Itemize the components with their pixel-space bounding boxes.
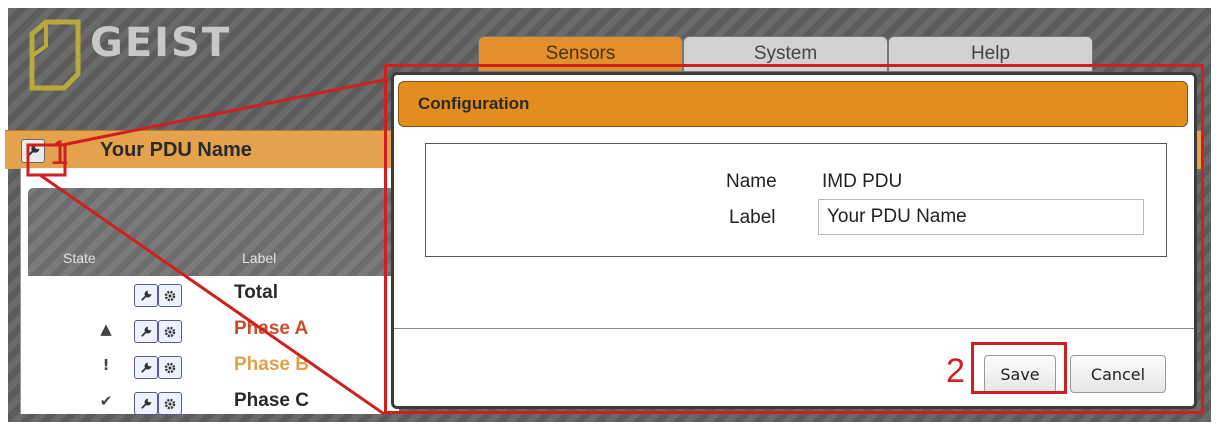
row-gear-button[interactable] [158,392,182,415]
callout-step-2: 2 [946,352,965,390]
wrench-icon [141,289,152,301]
wrench-icon [141,361,152,373]
column-header-label: Label [242,250,277,266]
row-label: Phase A [234,318,309,339]
save-button-highlight [971,342,1067,394]
wrench-icon [141,397,152,409]
row-wrench-button[interactable] [134,284,158,307]
dialog-title: Configuration [398,81,1188,127]
row-wrench-button[interactable] [134,392,158,415]
table-row: Total [28,276,398,312]
row-label: Total [234,282,278,303]
configuration-dialog: Configuration Name IMD PDU Label Save Ca… [391,72,1197,409]
pdu-section-title: Your PDU Name [100,139,252,161]
gear-icon [164,362,176,373]
geist-logo: GEIST [24,16,254,96]
wrench-icon [141,325,152,337]
row-wrench-button[interactable] [134,320,158,343]
row-label: Phase B [234,354,309,375]
column-header-state: State [63,250,96,266]
row-gear-button[interactable] [158,320,182,343]
checkmark-icon: ✔ [99,392,113,410]
brand-name: GEIST [90,20,232,66]
row-gear-button[interactable] [158,356,182,379]
gear-icon [164,326,176,337]
pdu-config-button[interactable] [21,139,45,163]
sensor-table-body: Total ▲ Phase A ! Phase B ✔ Phase C [28,276,398,420]
alarm-triangle-icon: ▲ [100,320,112,338]
label-input[interactable] [818,199,1144,235]
gear-icon [164,398,176,409]
cancel-button[interactable]: Cancel [1070,355,1166,393]
table-row: ! Phase B [28,348,398,384]
gear-icon [164,290,176,301]
table-row: ✔ Phase C [28,384,398,420]
row-label: Phase C [234,390,309,411]
table-row: ▲ Phase A [28,312,398,348]
name-field-value: IMD PDU [822,171,903,192]
row-gear-button[interactable] [158,284,182,307]
row-wrench-button[interactable] [134,356,158,379]
warning-exclamation-icon: ! [102,356,110,374]
wrench-icon [27,144,40,157]
name-field-label: Name [726,171,777,192]
geist-logo-mark [29,19,81,91]
dialog-divider [394,328,1194,329]
label-field-label: Label [729,207,776,228]
